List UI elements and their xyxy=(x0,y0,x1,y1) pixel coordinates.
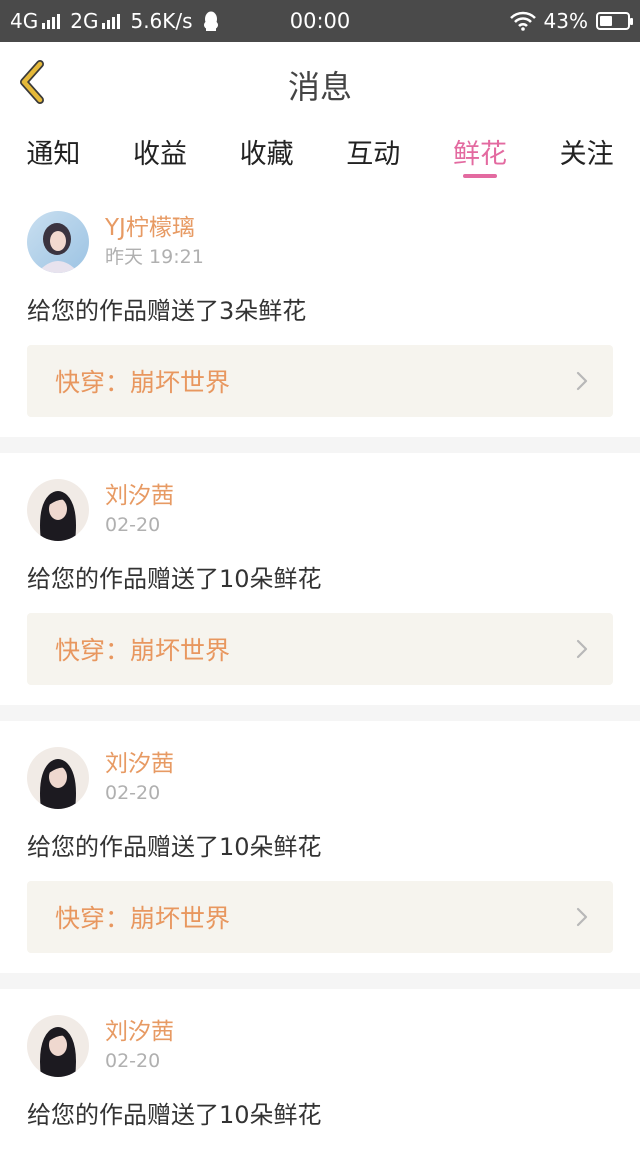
username[interactable]: YJ柠檬璃 xyxy=(105,213,204,243)
avatar[interactable] xyxy=(27,479,89,541)
battery-percent: 43% xyxy=(543,9,588,33)
tab-label: 收益 xyxy=(132,139,187,170)
tab-label: 通知 xyxy=(26,139,81,170)
tab-label: 关注 xyxy=(559,139,614,170)
work-link[interactable]: 快穿：崩坏世界 xyxy=(27,345,613,417)
work-title: 快穿：崩坏世界 xyxy=(55,636,231,665)
chevron-right-icon xyxy=(575,370,589,392)
user-meta: YJ柠檬璃 昨天 19:21 xyxy=(105,213,204,271)
message-text: 给您的作品赠送了10朵鲜花 xyxy=(27,565,322,593)
wifi-icon xyxy=(509,11,536,31)
message-list: YJ柠檬璃 昨天 19:21 给您的作品赠送了3朵鲜花 快穿：崩坏世界 刘汐茜 … xyxy=(0,185,640,1151)
tab-label: 鲜花 xyxy=(452,139,507,170)
tab-notifications[interactable]: 通知 xyxy=(13,122,93,180)
tab-interactions[interactable]: 互动 xyxy=(333,122,413,180)
avatar[interactable] xyxy=(27,211,89,273)
tab-bar: 通知 收益 收藏 互动 鲜花 关注 xyxy=(0,122,640,180)
timestamp: 02-20 xyxy=(105,1050,161,1072)
list-item: 刘汐茜 02-20 给您的作品赠送了10朵鲜花 快穿：崩坏世界 xyxy=(0,721,640,973)
tab-label: 互动 xyxy=(346,139,401,170)
header-bar: 消息 xyxy=(0,42,640,123)
battery-icon xyxy=(596,12,633,30)
active-tab-indicator xyxy=(462,174,497,178)
username[interactable]: 刘汐茜 xyxy=(105,1017,174,1047)
user-row: 刘汐茜 02-20 xyxy=(27,479,613,541)
chevron-right-icon xyxy=(575,638,589,660)
user-meta: 刘汐茜 02-20 xyxy=(105,1017,174,1075)
work-title: 快穿：崩坏世界 xyxy=(55,368,231,397)
tab-label: 收藏 xyxy=(239,139,294,170)
divider xyxy=(0,705,640,721)
tab-following[interactable]: 关注 xyxy=(547,122,627,180)
timestamp: 昨天 19:21 xyxy=(105,246,204,268)
chevron-right-icon xyxy=(575,906,589,928)
work-title: 快穿：崩坏世界 xyxy=(55,904,231,933)
status-bar: 4G 2G 5.6K/s 00:00 43% xyxy=(0,0,640,42)
user-row: 刘汐茜 02-20 xyxy=(27,1015,613,1077)
divider xyxy=(0,437,640,453)
message-text: 给您的作品赠送了10朵鲜花 xyxy=(27,833,322,861)
message-text: 给您的作品赠送了3朵鲜花 xyxy=(27,297,307,325)
user-row: YJ柠檬璃 昨天 19:21 xyxy=(27,211,613,273)
list-item: 刘汐茜 02-20 给您的作品赠送了10朵鲜花 xyxy=(0,989,640,1151)
user-row: 刘汐茜 02-20 xyxy=(27,747,613,809)
user-meta: 刘汐茜 02-20 xyxy=(105,749,174,807)
list-item: 刘汐茜 02-20 给您的作品赠送了10朵鲜花 快穿：崩坏世界 xyxy=(0,453,640,705)
timestamp: 02-20 xyxy=(105,514,161,536)
avatar[interactable] xyxy=(27,1015,89,1077)
status-right: 43% xyxy=(509,9,633,33)
list-item: YJ柠檬璃 昨天 19:21 给您的作品赠送了3朵鲜花 快穿：崩坏世界 xyxy=(0,185,640,437)
username[interactable]: 刘汐茜 xyxy=(105,481,174,511)
avatar[interactable] xyxy=(27,747,89,809)
username[interactable]: 刘汐茜 xyxy=(105,749,174,779)
tab-favorites[interactable]: 收藏 xyxy=(227,122,307,180)
tab-flowers[interactable]: 鲜花 xyxy=(440,122,520,180)
page-title: 消息 xyxy=(287,68,352,106)
divider xyxy=(0,973,640,989)
user-meta: 刘汐茜 02-20 xyxy=(105,481,174,539)
tab-earnings[interactable]: 收益 xyxy=(120,122,200,180)
work-link[interactable]: 快穿：崩坏世界 xyxy=(27,613,613,685)
work-link[interactable]: 快穿：崩坏世界 xyxy=(27,881,613,953)
timestamp: 02-20 xyxy=(105,782,161,804)
message-text: 给您的作品赠送了10朵鲜花 xyxy=(27,1101,322,1129)
